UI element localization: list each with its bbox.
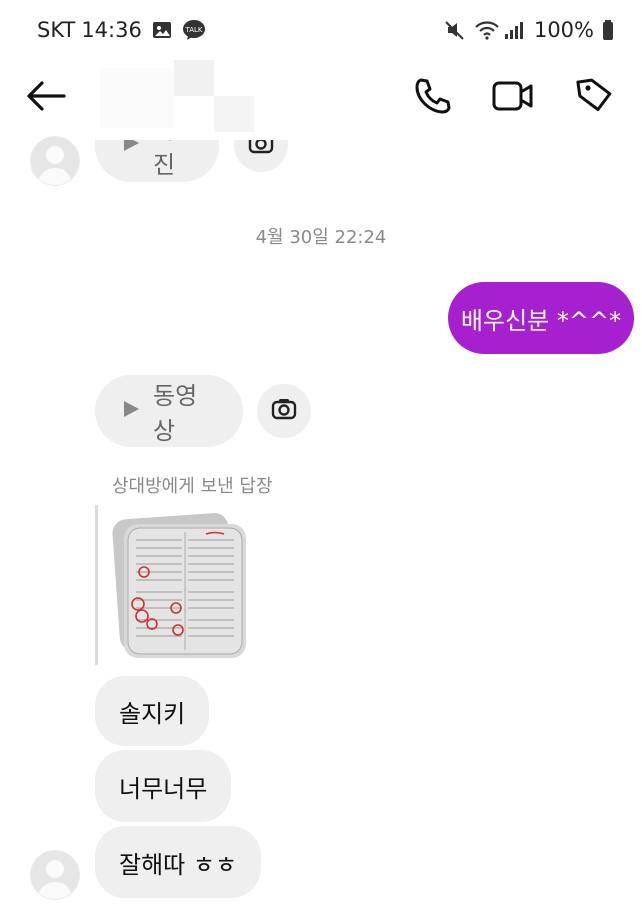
message-timestamp: 4월 30일 22:24	[255, 227, 387, 248]
reply-quote-bar	[95, 505, 98, 665]
incoming-message-text: 솔지키	[119, 699, 186, 728]
avatar[interactable]	[30, 850, 80, 900]
status-bar: SKT 14:36 TALK 100%	[0, 0, 642, 60]
avatar[interactable]	[30, 136, 80, 186]
incoming-message-text: 잘해따 ㅎㅎ	[119, 850, 238, 879]
wifi-icon	[474, 19, 499, 41]
incoming-message[interactable]: 너무너무	[95, 750, 232, 822]
incoming-message-text: 너무너무	[119, 774, 208, 803]
video-pill[interactable]: 동영상	[95, 375, 243, 447]
camera-button[interactable]	[257, 384, 311, 438]
battery-percent: 100%	[533, 18, 594, 42]
mute-icon	[444, 19, 466, 41]
tag-button[interactable]	[570, 74, 618, 122]
partial-message-row: 사진	[0, 140, 642, 190]
photo-pill[interactable]: 사진	[95, 140, 219, 182]
camera-icon	[271, 398, 297, 424]
carrier-label: SKT	[37, 18, 76, 42]
phone-icon	[412, 76, 452, 120]
back-icon	[26, 80, 66, 116]
svg-text:TALK: TALK	[184, 26, 202, 34]
contact-name-redacted[interactable]	[100, 60, 290, 132]
play-icon	[121, 397, 141, 425]
video-call-button[interactable]	[489, 74, 537, 122]
kakaotalk-icon: TALK	[182, 19, 205, 41]
camera-icon	[248, 140, 274, 158]
photo-label: 사진	[153, 140, 176, 179]
voice-call-button[interactable]	[408, 74, 456, 122]
battery-icon	[602, 19, 614, 41]
outgoing-message[interactable]: 배우신분 *^^*	[448, 282, 634, 354]
play-icon	[121, 140, 141, 159]
image-icon	[151, 19, 173, 41]
chat-header	[0, 60, 642, 140]
signal-icon	[504, 19, 526, 41]
incoming-message[interactable]: 잘해따 ㅎㅎ	[95, 826, 262, 898]
reply-label: 상대방에게 보낸 답장	[112, 476, 273, 497]
tag-icon	[574, 76, 614, 120]
outgoing-message-text: 배우신분 *^^*	[460, 306, 622, 335]
back-button[interactable]	[22, 74, 70, 122]
camera-button-top[interactable]	[234, 140, 288, 172]
video-label: 동영상	[153, 382, 198, 445]
clock: 14:36	[81, 18, 142, 42]
video-icon	[491, 78, 535, 118]
reply-photo[interactable]	[106, 512, 252, 662]
incoming-message[interactable]: 솔지키	[95, 676, 210, 746]
